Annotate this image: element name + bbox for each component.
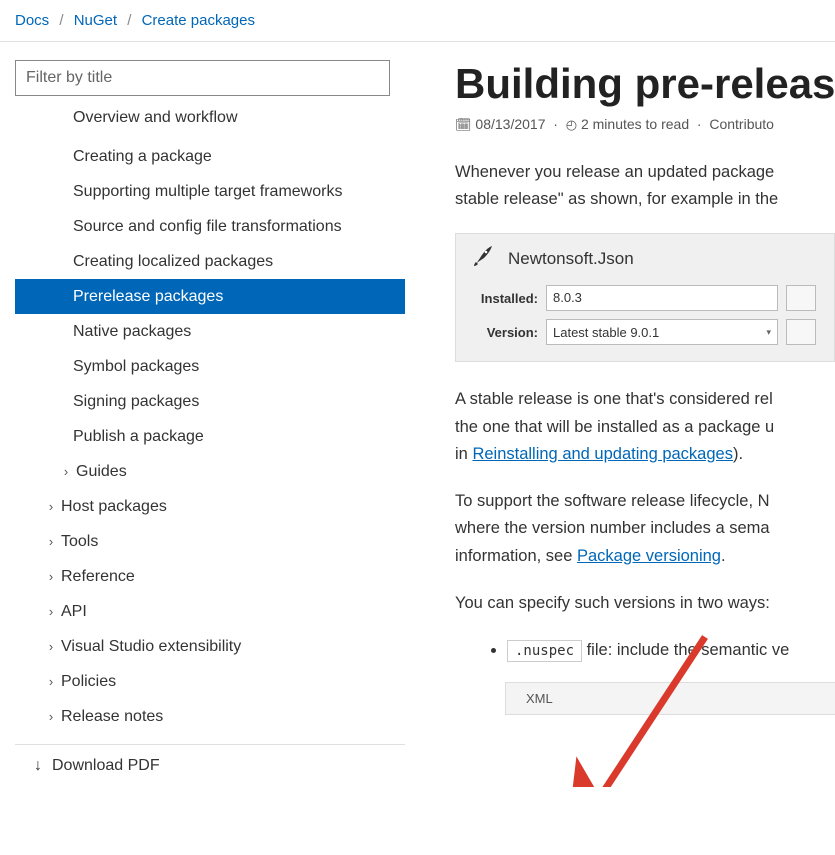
article-date: 08/13/2017 — [475, 116, 545, 132]
download-label: Download PDF — [52, 757, 160, 775]
code-nuspec: .nuspec — [507, 640, 582, 662]
sidebar-item-label: Visual Studio extensibility — [61, 638, 241, 656]
installed-row: Installed: 8.0.3 — [472, 285, 818, 311]
version-action-button[interactable] — [786, 319, 816, 345]
sidebar-item-symbol[interactable]: Symbol packages — [15, 349, 405, 384]
sidebar-item-label: API — [61, 603, 87, 621]
sidebar-item-native[interactable]: Native packages — [15, 314, 405, 349]
chevron-right-icon: › — [44, 499, 58, 514]
article-contributors: Contributo — [709, 116, 774, 132]
paragraph: Whenever you release an updated package … — [455, 159, 835, 213]
breadcrumb-create-packages[interactable]: Create packages — [142, 12, 255, 29]
chevron-right-icon: › — [59, 464, 73, 479]
package-title: Newtonsoft.Json — [472, 244, 818, 273]
package-name: Newtonsoft.Json — [508, 249, 634, 269]
bullet-list: .nuspec file: include the semantic ve — [507, 637, 835, 664]
sidebar-item-signing[interactable]: Signing packages — [15, 384, 405, 419]
breadcrumb: Docs / NuGet / Create packages — [0, 0, 835, 42]
sidebar-item-host[interactable]: ›Host packages — [15, 489, 405, 524]
chevron-right-icon: › — [44, 569, 58, 584]
paragraph: A stable release is one that's considere… — [455, 386, 835, 468]
version-row: Version: Latest stable 9.0.1 ▾ — [472, 319, 818, 345]
link-versioning[interactable]: Package versioning — [577, 547, 721, 565]
sidebar-item-tools[interactable]: ›Tools — [15, 524, 405, 559]
sidebar-item-reference[interactable]: ›Reference — [15, 559, 405, 594]
sidebar-item-frameworks[interactable]: Supporting multiple target frameworks — [15, 174, 405, 209]
code-block-header: XML — [505, 682, 835, 715]
sidebar-item-api[interactable]: ›API — [15, 594, 405, 629]
download-arrow-icon: ↓ — [34, 757, 42, 775]
sidebar-item-label: Tools — [61, 533, 98, 551]
chevron-right-icon: › — [44, 674, 58, 689]
chevron-right-icon: › — [44, 639, 58, 654]
sidebar-item-creating[interactable]: Creating a package — [15, 139, 405, 174]
sidebar-item-publish[interactable]: Publish a package — [15, 419, 405, 454]
paragraph: You can specify such versions in two way… — [455, 590, 835, 617]
sidebar-item-guides[interactable]: ›Guides — [15, 454, 405, 489]
version-dropdown[interactable]: Latest stable 9.0.1 ▾ — [546, 319, 778, 345]
sidebar: Overview and workflow Creating a package… — [0, 42, 420, 787]
sidebar-item-label: Release notes — [61, 708, 163, 726]
article-readtime: 2 minutes to read — [581, 116, 689, 132]
clock-icon: ◴ — [566, 117, 577, 132]
sidebar-nav: Overview and workflow Creating a package… — [15, 104, 405, 734]
sidebar-item-transforms[interactable]: Source and config file transformations — [15, 209, 405, 244]
paragraph: To support the software release lifecycl… — [455, 488, 835, 570]
sidebar-item-label: Reference — [61, 568, 135, 586]
sidebar-item-overview[interactable]: Overview and workflow — [15, 104, 405, 139]
link-reinstalling[interactable]: Reinstalling and updating packages — [472, 445, 733, 463]
article-meta: 🗓 08/13/2017 · ◴ 2 minutes to read · Con… — [455, 116, 835, 133]
breadcrumb-sep: / — [53, 12, 69, 29]
chevron-right-icon: › — [44, 604, 58, 619]
sidebar-item-label: Guides — [76, 463, 127, 481]
installed-value[interactable]: 8.0.3 — [546, 285, 778, 311]
breadcrumb-nuget[interactable]: NuGet — [74, 12, 117, 29]
installed-label: Installed: — [472, 291, 546, 306]
sidebar-item-release-notes[interactable]: ›Release notes — [15, 699, 405, 734]
rocket-icon — [472, 244, 496, 273]
sidebar-item-label: Policies — [61, 673, 116, 691]
download-pdf-button[interactable]: ↓ Download PDF — [15, 744, 405, 787]
article: Building pre-release 🗓 08/13/2017 · ◴ 2 … — [420, 42, 835, 787]
sidebar-item-vs-ext[interactable]: ›Visual Studio extensibility — [15, 629, 405, 664]
version-label: Version: — [472, 325, 546, 340]
breadcrumb-docs[interactable]: Docs — [15, 12, 49, 29]
calendar-icon: 🗓 — [455, 117, 472, 132]
sidebar-item-localized[interactable]: Creating localized packages — [15, 244, 405, 279]
sidebar-item-label: Host packages — [61, 498, 167, 516]
filter-input[interactable] — [15, 60, 390, 96]
page-title: Building pre-release — [455, 60, 835, 108]
chevron-right-icon: › — [44, 709, 58, 724]
package-infobox: Newtonsoft.Json Installed: 8.0.3 Version… — [455, 233, 835, 362]
chevron-right-icon: › — [44, 534, 58, 549]
breadcrumb-sep: / — [121, 12, 137, 29]
version-value: Latest stable 9.0.1 — [553, 325, 659, 340]
sidebar-item-policies[interactable]: ›Policies — [15, 664, 405, 699]
installed-action-button[interactable] — [786, 285, 816, 311]
caret-down-icon: ▾ — [766, 327, 771, 338]
sidebar-item-prerelease[interactable]: Prerelease packages — [15, 279, 405, 314]
list-item: .nuspec file: include the semantic ve — [507, 637, 835, 664]
